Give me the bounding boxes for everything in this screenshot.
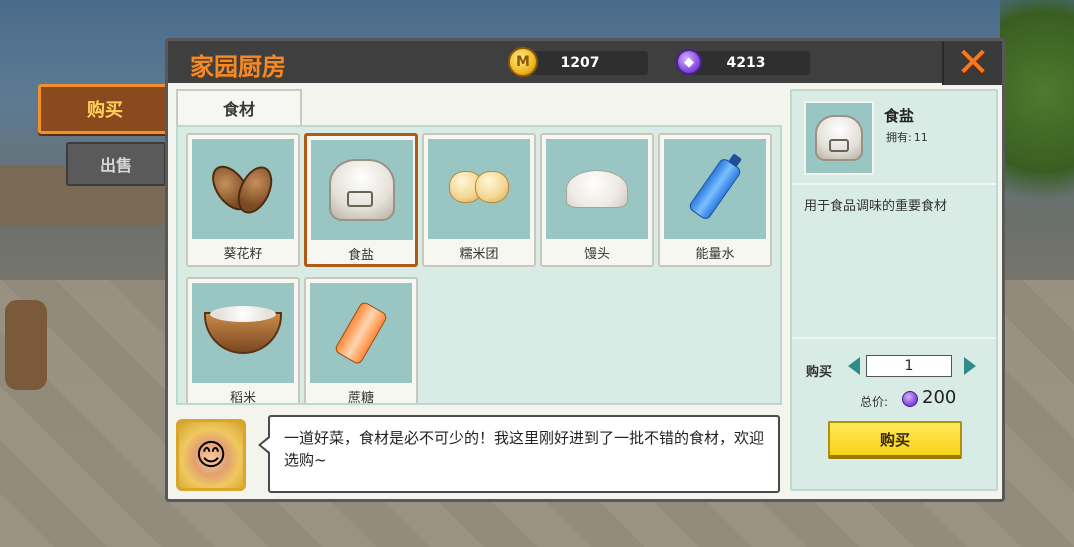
item-label: 馒头 bbox=[583, 247, 610, 262]
item-sunflower-seed[interactable]: 葵花籽 bbox=[186, 133, 300, 267]
item-label: 糯米团 bbox=[459, 247, 499, 262]
item-grid[interactable]: 葵花籽 食盐 糯米团 馒头 能量水 稻米 蔗糖 bbox=[176, 125, 782, 405]
divider bbox=[792, 337, 996, 339]
close-button[interactable]: ✕ bbox=[942, 41, 1002, 85]
close-icon: ✕ bbox=[956, 40, 990, 86]
steamed-bun-icon bbox=[546, 139, 648, 239]
water-bottle-icon bbox=[664, 139, 766, 239]
background-character bbox=[5, 300, 47, 390]
tab-ingredients[interactable]: 食材 bbox=[176, 89, 302, 125]
background-tree bbox=[1000, 0, 1074, 230]
title-bar: 家园厨房 1207 M 4213 ◆ ✕ bbox=[168, 41, 1002, 85]
item-detail-panel: 食盐 拥有: 11 用于食品调味的重要食材 购买 1 总价: 200 购买 bbox=[790, 89, 998, 491]
quantity-input[interactable]: 1 bbox=[866, 355, 952, 377]
chef-avatar: 😊 bbox=[176, 419, 246, 491]
item-label: 蔗糖 bbox=[347, 391, 374, 405]
item-energy-water[interactable]: 能量水 bbox=[658, 133, 772, 267]
window-title: 家园厨房 bbox=[190, 53, 286, 81]
tab-sell[interactable]: 出售 bbox=[66, 142, 166, 186]
tab-buy[interactable]: 购买 bbox=[38, 84, 172, 134]
mochi-icon bbox=[428, 139, 530, 239]
salt-bag-icon bbox=[804, 101, 874, 175]
detail-owned: 拥有: 11 bbox=[884, 129, 928, 145]
item-label: 食盐 bbox=[347, 248, 374, 263]
sugar-bottle-icon bbox=[310, 283, 412, 383]
decrease-quantity-arrow-icon[interactable] bbox=[848, 357, 860, 375]
item-label: 葵花籽 bbox=[223, 247, 263, 262]
npc-dialog: 一道好菜，食材是必不可少的！我这里刚好进到了一批不错的食材，欢迎选购~ bbox=[258, 415, 780, 493]
item-label: 能量水 bbox=[695, 247, 735, 262]
detail-item-name: 食盐 bbox=[884, 107, 915, 125]
item-sugar[interactable]: 蔗糖 bbox=[304, 277, 418, 405]
detail-description: 用于食品调味的重要食材 bbox=[804, 199, 948, 214]
salt-bag-icon bbox=[311, 140, 413, 240]
total-price-value: 200 bbox=[922, 387, 957, 408]
owned-label: 拥有: bbox=[886, 131, 912, 144]
item-label: 稻米 bbox=[229, 391, 256, 405]
increase-quantity-arrow-icon[interactable] bbox=[964, 357, 976, 375]
sunflower-seed-icon bbox=[192, 139, 294, 239]
quantity-label: 购买 bbox=[806, 365, 833, 380]
item-mochi[interactable]: 糯米团 bbox=[422, 133, 536, 267]
owned-value: 11 bbox=[913, 131, 928, 144]
item-rice[interactable]: 稻米 bbox=[186, 277, 300, 405]
gem-icon bbox=[902, 391, 918, 407]
gem-icon: ◆ bbox=[676, 49, 702, 75]
buy-button[interactable]: 购买 bbox=[828, 421, 962, 459]
kitchen-shop-panel: 家园厨房 1207 M 4213 ◆ ✕ 食材 葵花籽 食盐 糯米团 馒头 能量… bbox=[165, 38, 1005, 502]
rice-bowl-icon bbox=[192, 283, 294, 383]
item-steamed-bun[interactable]: 馒头 bbox=[540, 133, 654, 267]
total-price-label: 总价: bbox=[860, 395, 889, 409]
item-salt[interactable]: 食盐 bbox=[304, 133, 418, 267]
coin-icon: M bbox=[508, 47, 538, 77]
divider bbox=[792, 183, 996, 185]
